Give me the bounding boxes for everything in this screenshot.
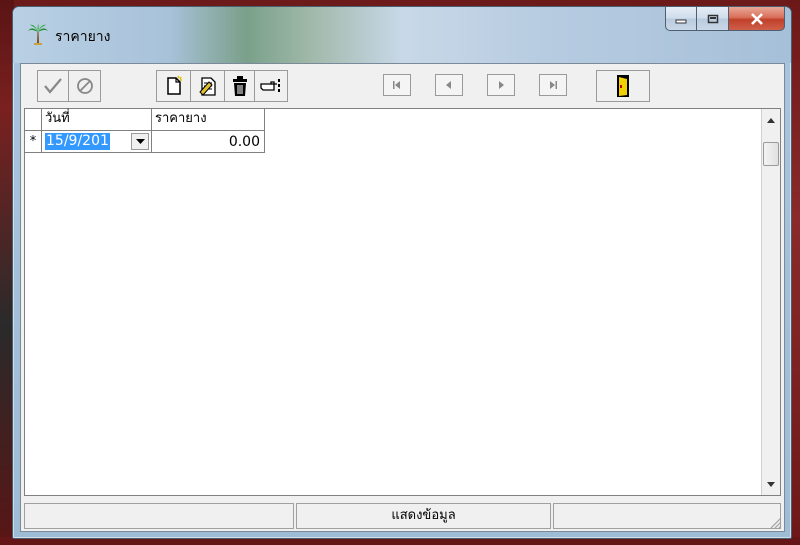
data-grid[interactable]: วันที่ ราคายาง * 15/9/201 0.00 [24, 108, 781, 496]
delete-trash-icon [232, 76, 247, 96]
date-value[interactable]: 15/9/201 [45, 133, 110, 150]
next-record-button[interactable] [487, 74, 515, 96]
vertical-scrollbar[interactable] [761, 109, 780, 495]
client-area: วันที่ ราคายาง * 15/9/201 0.00 แสดงข้อมู… [20, 63, 785, 532]
last-record-icon [550, 81, 557, 89]
chevron-down-icon [135, 138, 145, 144]
app-window: ราคายาง วันที่ ราคายาง * 15/9/201 0.00 แ… [12, 6, 792, 539]
status-panel-center: แสดงข้อมูล [296, 503, 551, 529]
window-title: ราคายาง [55, 29, 111, 45]
minimize-button[interactable] [665, 7, 697, 31]
maximize-button[interactable] [697, 7, 729, 31]
next-record-icon [499, 81, 504, 89]
status-panel-left [24, 503, 294, 529]
row-indicator-new: * [25, 131, 42, 153]
column-header-price[interactable]: ราคายาง [152, 109, 265, 131]
toolbar-group-exit [596, 70, 650, 102]
toolbar-group-confirm [37, 70, 101, 102]
column-header-date[interactable]: วันที่ [42, 109, 152, 131]
cancel-icon [76, 78, 93, 94]
grid-header-indicator [25, 109, 42, 131]
toolbar-group-edit [156, 70, 288, 102]
new-record-icon [166, 75, 182, 95]
scroll-thumb[interactable] [763, 142, 779, 166]
edit-record-icon [198, 77, 216, 96]
scroll-up-button[interactable] [762, 111, 780, 129]
edit-record-button[interactable] [191, 71, 225, 101]
window-controls [665, 7, 785, 33]
exit-door-icon [617, 75, 629, 97]
close-button[interactable] [729, 7, 785, 31]
scroll-up-icon [767, 117, 775, 123]
toolbar [21, 64, 784, 108]
price-cell[interactable]: 0.00 [152, 131, 265, 153]
check-icon [44, 78, 62, 94]
minimize-icon [675, 19, 687, 23]
select-record-button[interactable] [255, 71, 287, 101]
previous-record-button[interactable] [435, 74, 463, 96]
scroll-down-icon [767, 481, 775, 487]
status-bar: แสดงข้อมูล [21, 500, 784, 531]
delete-record-button[interactable] [225, 71, 255, 101]
first-record-button[interactable] [383, 74, 411, 96]
cancel-button[interactable] [69, 71, 100, 101]
status-panel-right [553, 503, 781, 529]
palm-tree-icon [28, 24, 48, 45]
date-cell[interactable]: 15/9/201 [42, 131, 152, 153]
date-dropdown-button[interactable] [131, 133, 149, 150]
maximize-icon [707, 14, 718, 23]
scroll-down-button[interactable] [762, 475, 780, 493]
resize-grip-icon[interactable] [768, 515, 782, 529]
close-icon [750, 12, 763, 25]
save-button[interactable] [38, 71, 69, 101]
last-record-button[interactable] [539, 74, 567, 96]
pointing-hand-icon [260, 79, 280, 92]
first-record-icon [393, 81, 400, 89]
exit-button[interactable] [597, 71, 649, 101]
new-record-button[interactable] [157, 71, 191, 101]
title-bar[interactable]: ราคายาง [13, 7, 791, 63]
previous-record-icon [446, 81, 451, 89]
